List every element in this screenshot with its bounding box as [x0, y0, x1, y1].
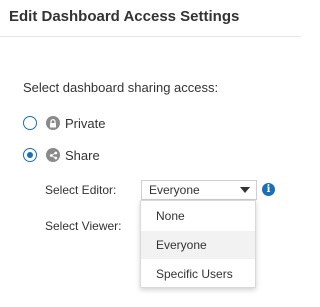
radio-option-private[interactable]: Private: [23, 115, 105, 131]
edit-dashboard-access-dialog: Edit Dashboard Access Settings Select da…: [0, 0, 301, 307]
lock-icon: [46, 116, 60, 130]
radio-selected-dot: [27, 152, 33, 158]
radio-option-share[interactable]: Share: [23, 147, 100, 163]
select-viewer-label: Select Viewer:: [45, 219, 122, 233]
dropdown-item-specific-users[interactable]: Specific Users: [141, 260, 255, 288]
share-icon: [46, 148, 60, 162]
share-label: Share: [65, 147, 100, 163]
dialog-title: Edit Dashboard Access Settings: [9, 8, 240, 25]
select-editor-label: Select Editor:: [45, 183, 117, 197]
dropdown-item-none[interactable]: None: [141, 202, 255, 230]
chevron-down-icon: [240, 187, 250, 193]
editor-dropdown-menu: None Everyone Specific Users: [140, 200, 256, 288]
dialog-header: Edit Dashboard Access Settings: [0, 0, 301, 37]
dropdown-item-everyone[interactable]: Everyone: [141, 231, 255, 259]
editor-select[interactable]: Everyone: [141, 180, 257, 200]
private-radio[interactable]: [23, 116, 37, 130]
private-label: Private: [65, 115, 106, 131]
sharing-access-prompt: Select dashboard sharing access:: [23, 80, 219, 95]
editor-select-value: Everyone: [149, 183, 200, 197]
info-icon[interactable]: i: [262, 183, 275, 196]
share-radio[interactable]: [23, 148, 37, 162]
